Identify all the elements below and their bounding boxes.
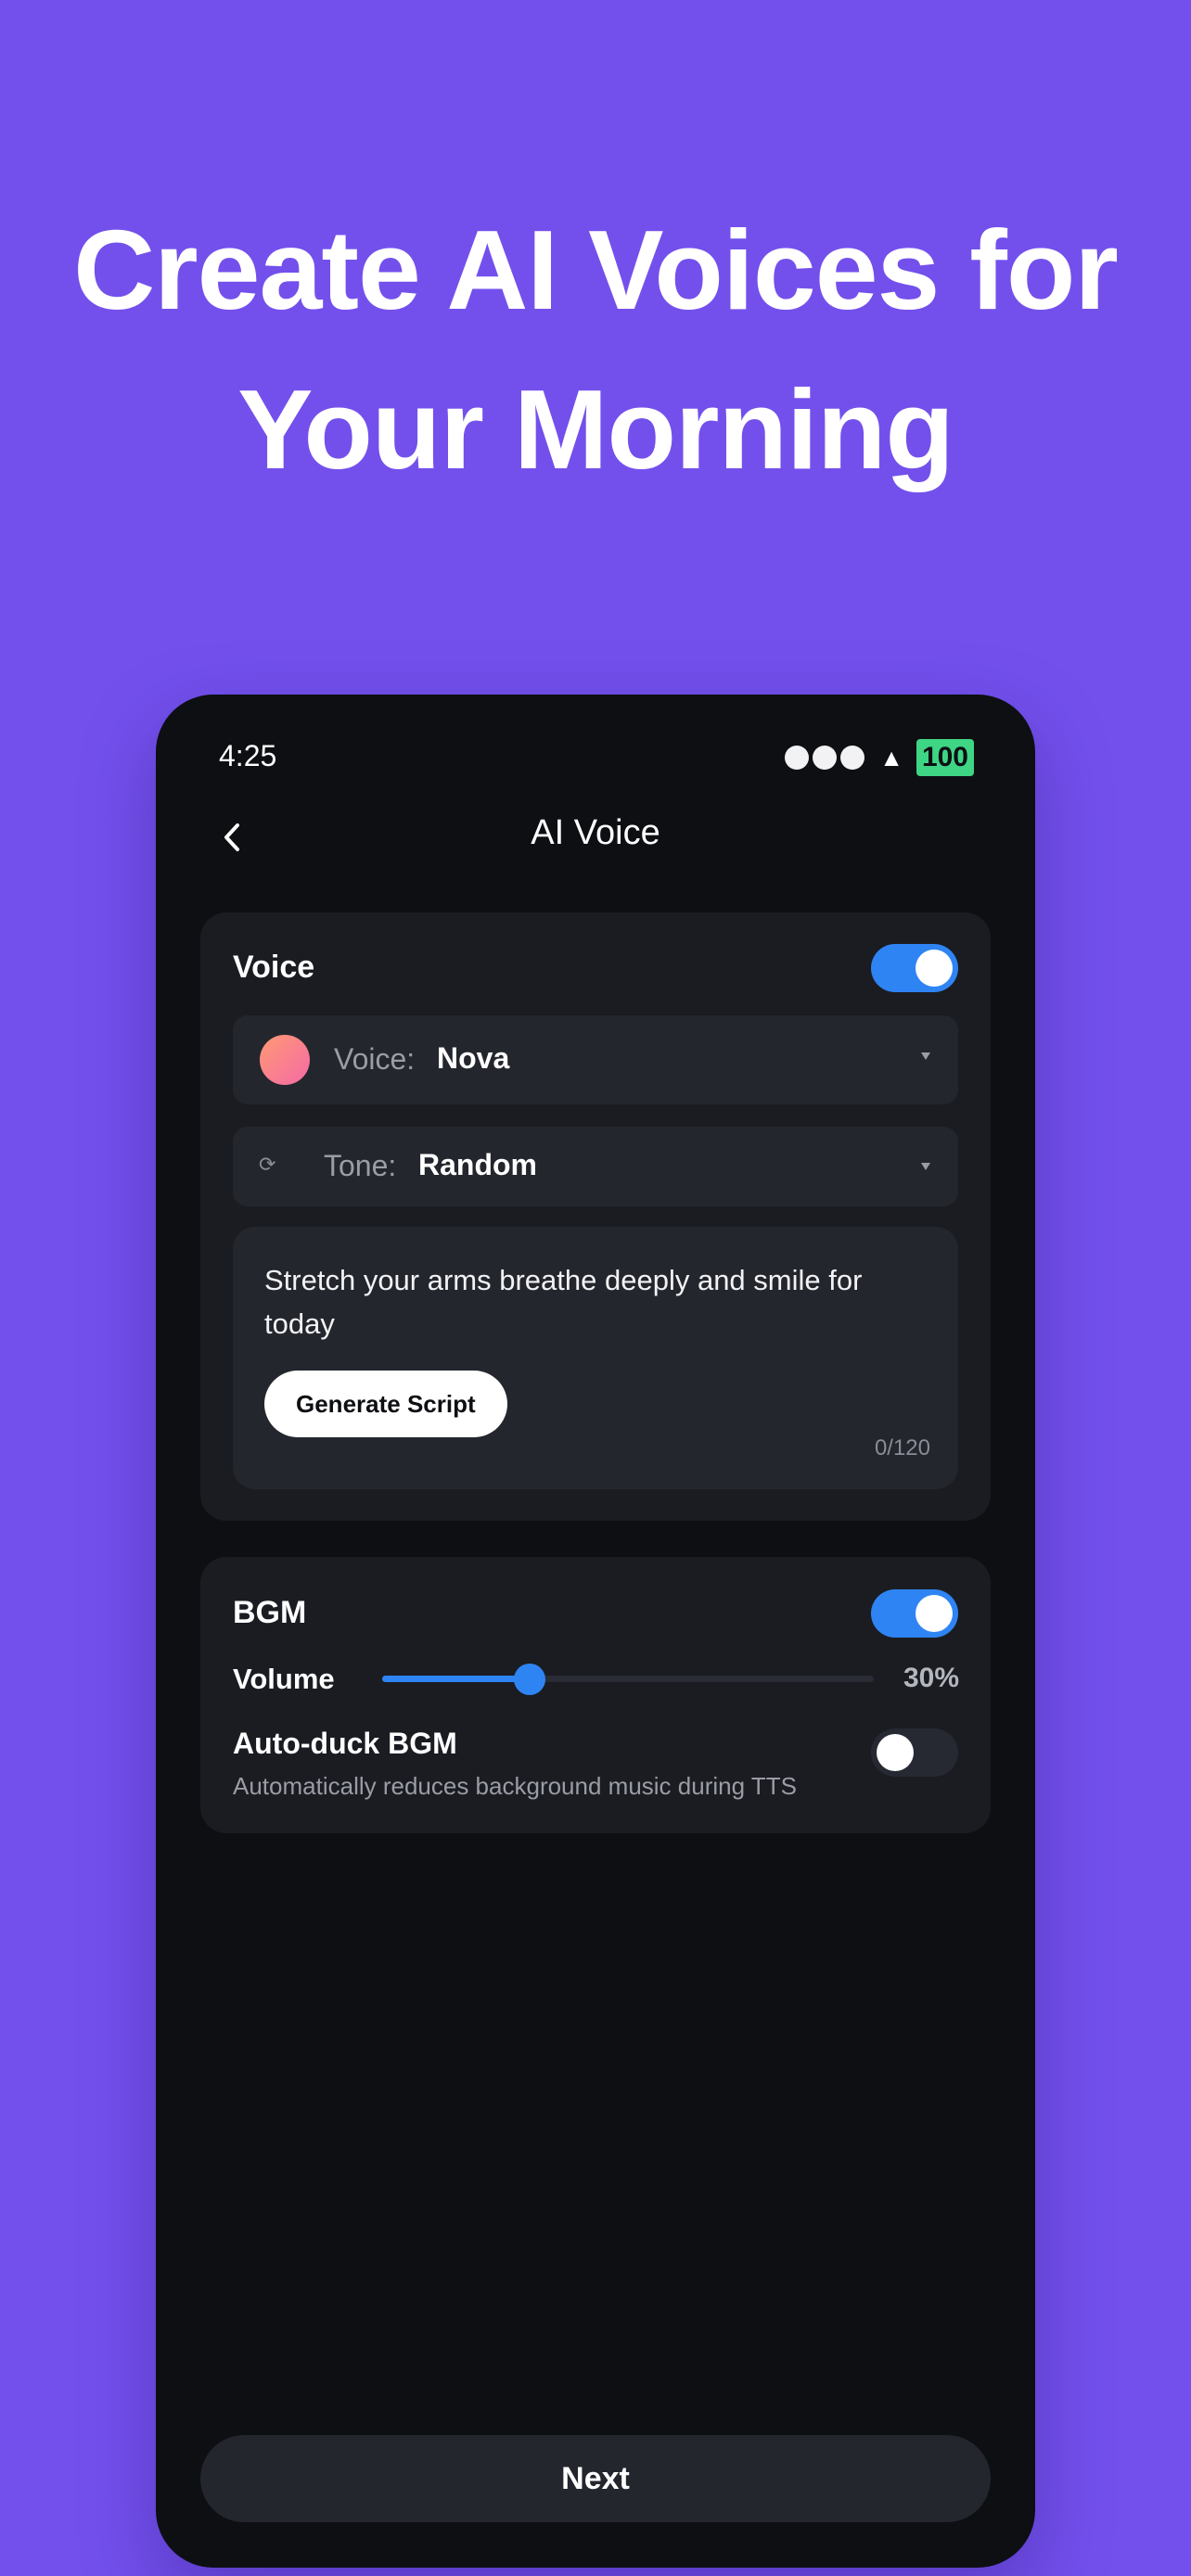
status-time: 4:25 — [219, 739, 277, 772]
toggle-knob — [877, 1734, 914, 1771]
bgm-card: BGM Volume 30% Auto-duck BGM Automatical… — [200, 1557, 991, 1833]
wifi-icon: ▲ — [879, 743, 903, 772]
phone-frame: 4:25 ▲ 100 AI Voice Voice Voice: Nova ⟳ … — [156, 695, 1035, 2568]
voice-select[interactable]: Voice: Nova — [233, 1015, 958, 1104]
voice-card: Voice Voice: Nova ⟳ Tone: Random Stretch… — [200, 912, 991, 1521]
bgm-toggle[interactable] — [871, 1589, 958, 1638]
signal-dot-icon — [785, 746, 810, 770]
chevron-down-icon — [921, 1052, 930, 1060]
autoduck-toggle[interactable] — [871, 1728, 958, 1777]
signal-dot-icon — [813, 746, 838, 770]
voice-select-value: Nova — [437, 1041, 510, 1075]
tone-select-value: Random — [418, 1148, 537, 1181]
autoduck-description: Automatically reduces background music d… — [233, 1772, 797, 1800]
script-text[interactable]: Stretch your arms breathe deeply and smi… — [264, 1258, 932, 1345]
toggle-knob — [916, 950, 953, 987]
character-counter: 0/120 — [874, 1435, 930, 1460]
hero-line-1: Create AI Voices for — [73, 207, 1119, 333]
volume-label: Volume — [233, 1663, 335, 1695]
voice-select-label: Voice: — [334, 1042, 416, 1076]
volume-slider-thumb[interactable] — [514, 1664, 545, 1695]
signal-dot-icon — [840, 746, 865, 770]
volume-value: 30% — [903, 1663, 959, 1693]
volume-slider-fill — [382, 1676, 530, 1682]
voice-heading: Voice — [233, 950, 315, 985]
tone-select[interactable]: ⟳ Tone: Random — [233, 1127, 958, 1206]
next-button[interactable]: Next — [200, 2435, 991, 2522]
tone-select-label: Tone: — [324, 1149, 397, 1182]
generate-script-button[interactable]: Generate Script — [264, 1371, 507, 1437]
hero-line-2: Your Morning — [237, 366, 954, 492]
script-input[interactable]: Stretch your arms breathe deeply and smi… — [233, 1227, 958, 1489]
page-title: AI Voice — [531, 813, 660, 852]
battery-indicator: 100 — [916, 739, 974, 776]
voice-avatar — [260, 1035, 310, 1085]
chevron-down-icon — [921, 1163, 930, 1170]
toggle-knob — [916, 1595, 953, 1632]
status-indicators: ▲ 100 — [785, 739, 974, 776]
hero-headline: Create AI Voices for Your Morning — [0, 190, 1191, 509]
volume-slider[interactable] — [382, 1664, 874, 1695]
voice-toggle[interactable] — [871, 944, 958, 992]
shuffle-icon: ⟳ — [259, 1153, 276, 1176]
autoduck-title: Auto-duck BGM — [233, 1727, 457, 1760]
bgm-heading: BGM — [233, 1595, 307, 1630]
